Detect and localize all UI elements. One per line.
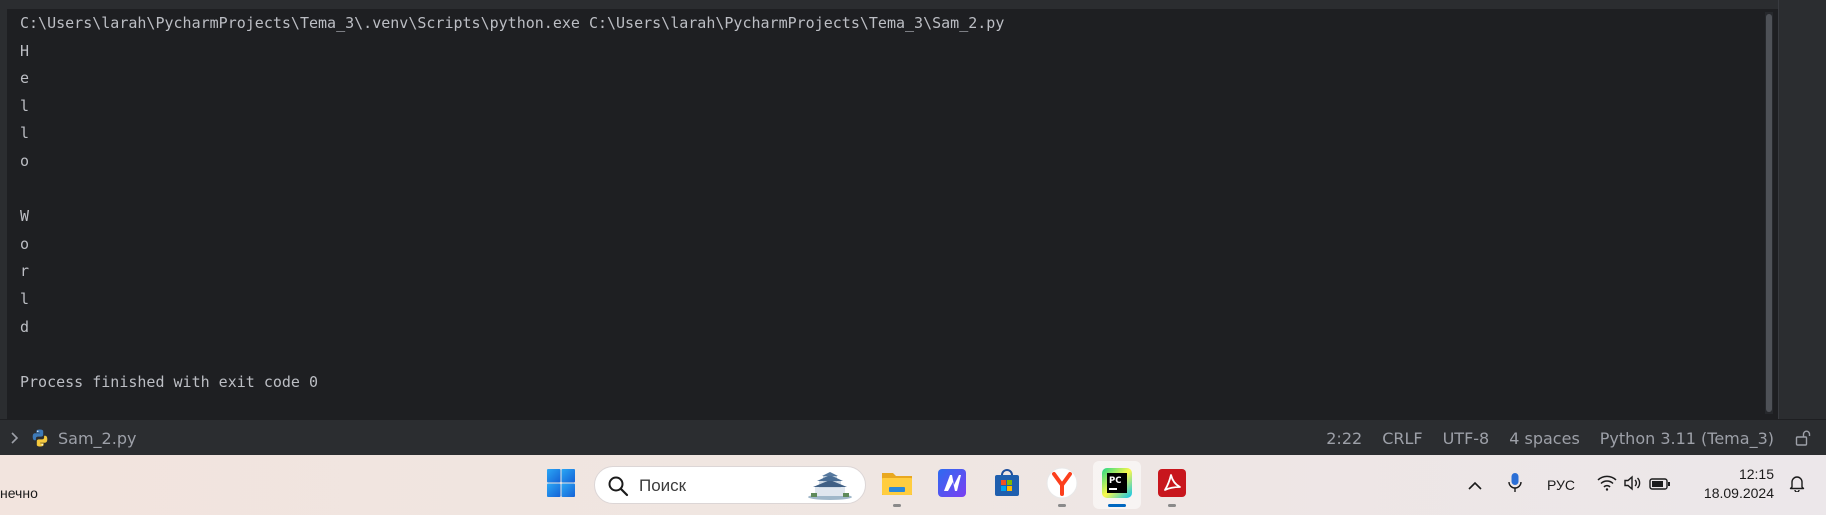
unlock-icon[interactable] bbox=[1794, 429, 1812, 447]
taskbar: нечно Поиск PC РУС 12:15 18.09.2024 bbox=[0, 455, 1826, 515]
taskbar-app-yandex-browser[interactable] bbox=[1038, 461, 1086, 509]
volume-icon bbox=[1623, 475, 1643, 495]
console-line: W bbox=[20, 207, 30, 226]
taskbar-app-math-tool[interactable] bbox=[928, 461, 976, 509]
taskbar-app-acrobat[interactable] bbox=[1148, 461, 1196, 509]
wifi-icon bbox=[1597, 475, 1617, 495]
caret-position[interactable]: 2:22 bbox=[1326, 429, 1362, 448]
console-gutter bbox=[0, 9, 7, 419]
search-placeholder: Поиск bbox=[639, 476, 687, 495]
microphone-button[interactable] bbox=[1500, 455, 1530, 515]
file-explorer-icon bbox=[881, 469, 913, 501]
file-encoding[interactable]: UTF-8 bbox=[1443, 429, 1490, 448]
active-window-indicator bbox=[1108, 504, 1126, 507]
clock-time: 12:15 bbox=[1738, 466, 1774, 482]
pycharm-icon: PC bbox=[1101, 467, 1133, 503]
bell-icon bbox=[1789, 474, 1805, 496]
python-file-icon bbox=[30, 428, 50, 448]
console-line: o bbox=[20, 151, 30, 170]
notifications-button[interactable] bbox=[1782, 455, 1812, 515]
console-line: d bbox=[20, 317, 30, 336]
taskbar-app-file-explorer[interactable] bbox=[873, 461, 921, 509]
console-line: o bbox=[20, 234, 30, 253]
console-line: l bbox=[20, 289, 30, 308]
console-scrollbar-thumb[interactable] bbox=[1766, 14, 1772, 412]
running-indicator bbox=[893, 504, 901, 507]
search-icon bbox=[607, 475, 629, 497]
line-separator[interactable]: CRLF bbox=[1382, 429, 1422, 448]
quick-settings-button[interactable] bbox=[1594, 455, 1674, 515]
show-hidden-icons-button[interactable] bbox=[1460, 455, 1490, 515]
clock-date: 18.09.2024 bbox=[1703, 485, 1774, 501]
search-highlight-illustration-icon bbox=[805, 471, 855, 501]
console-line: l bbox=[20, 124, 30, 143]
status-bar: Sam_2.py 2:22 CRLF UTF-8 4 spaces Python… bbox=[0, 419, 1826, 456]
battery-icon bbox=[1649, 476, 1671, 495]
acrobat-reader-icon bbox=[1157, 468, 1187, 502]
console-output[interactable]: C:\Users\larah\PycharmProjects\Tema_3\.v… bbox=[20, 10, 1004, 396]
indent-setting[interactable]: 4 spaces bbox=[1509, 429, 1580, 448]
start-button[interactable] bbox=[537, 461, 585, 509]
running-indicator bbox=[1168, 504, 1176, 507]
microsoft-store-icon bbox=[992, 468, 1022, 502]
console-command-line: C:\Users\larah\PycharmProjects\Tema_3\.v… bbox=[20, 14, 1005, 32]
yandex-browser-icon bbox=[1046, 467, 1078, 503]
python-interpreter[interactable]: Python 3.11 (Tema_3) bbox=[1600, 429, 1774, 448]
start-icon bbox=[546, 468, 576, 502]
right-tool-strip bbox=[1778, 0, 1826, 419]
language-indicator: РУС bbox=[1546, 477, 1576, 493]
chevron-right-icon[interactable] bbox=[8, 428, 22, 448]
maple-app-icon bbox=[937, 468, 967, 502]
breadcrumb-file-name[interactable]: Sam_2.py bbox=[58, 429, 136, 448]
tool-window-header bbox=[0, 0, 1826, 9]
running-indicator bbox=[1058, 504, 1066, 507]
console-line: e bbox=[20, 69, 30, 88]
input-language[interactable]: РУС bbox=[1540, 455, 1582, 515]
taskbar-app-pycharm[interactable]: PC bbox=[1093, 461, 1141, 509]
microphone-icon bbox=[1507, 472, 1523, 498]
console-line: r bbox=[20, 262, 30, 281]
chevron-up-icon bbox=[1467, 476, 1483, 495]
console-line: l bbox=[20, 96, 30, 115]
svg-text:PC: PC bbox=[1109, 476, 1121, 486]
taskbar-search[interactable]: Поиск bbox=[594, 466, 866, 504]
clock[interactable]: 12:15 18.09.2024 bbox=[1694, 465, 1774, 503]
breadcrumb[interactable]: Sam_2.py bbox=[8, 420, 136, 456]
console-line: H bbox=[20, 41, 30, 60]
weather-widget-text[interactable]: нечно bbox=[0, 485, 38, 501]
taskbar-app-store[interactable] bbox=[983, 461, 1031, 509]
console-exit-line: Process finished with exit code 0 bbox=[20, 372, 319, 391]
run-console[interactable]: C:\Users\larah\PycharmProjects\Tema_3\.v… bbox=[0, 0, 1826, 419]
status-widgets: 2:22 CRLF UTF-8 4 spaces Python 3.11 (Te… bbox=[1326, 420, 1812, 456]
